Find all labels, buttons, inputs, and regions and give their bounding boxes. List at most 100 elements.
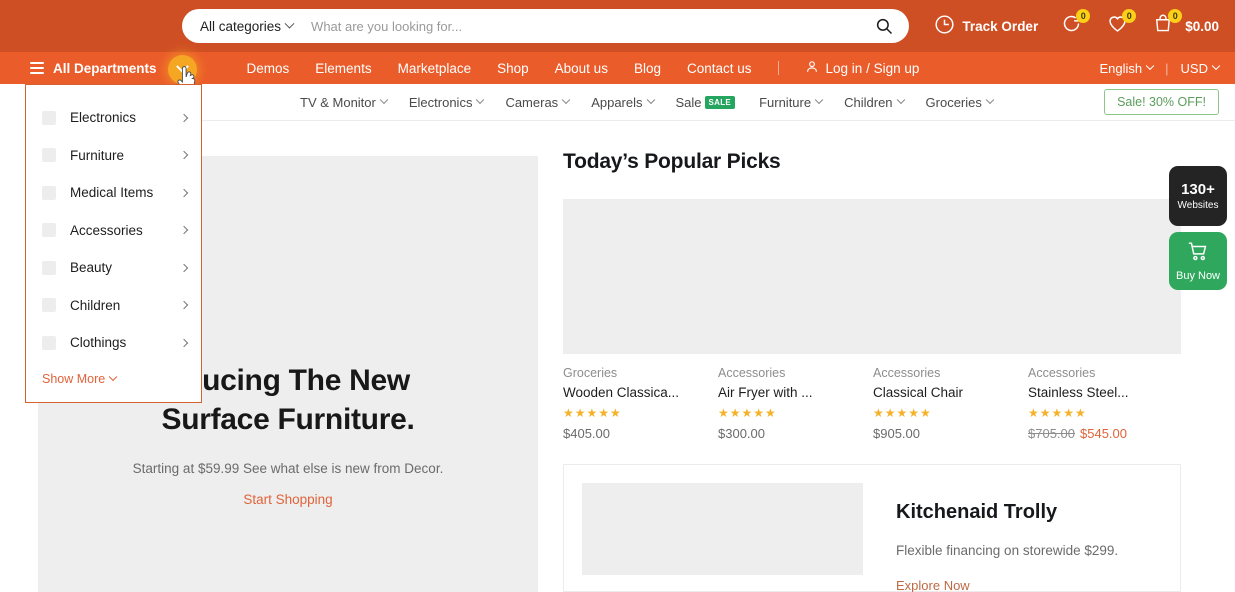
dept-item-children[interactable]: Children — [26, 287, 201, 325]
product-images-placeholder — [563, 199, 1181, 354]
chevron-right-icon — [179, 338, 189, 347]
category-icon — [42, 260, 56, 275]
chevron-down-icon — [1145, 61, 1155, 71]
product-rating-stars: ★★★★★ — [563, 406, 622, 420]
chevron-down-icon — [646, 95, 655, 105]
subnav-label: Sale — [675, 94, 702, 110]
hero-cta-link[interactable]: Start Shopping — [243, 492, 332, 507]
category-icon — [42, 110, 56, 125]
login-signup-button[interactable]: Log in / Sign up — [805, 59, 919, 77]
sale-promo-button[interactable]: Sale! 30% OFF! — [1104, 89, 1219, 115]
product-card[interactable]: Accessories Air Fryer with ... ★★★★★ $30… — [718, 366, 873, 441]
language-selector[interactable]: English — [1099, 60, 1155, 76]
nav-link-demos[interactable]: Demos — [247, 61, 290, 76]
websites-label: Websites — [1177, 200, 1219, 211]
dept-item-beauty[interactable]: Beauty — [26, 249, 201, 287]
compare-button[interactable]: 0 — [1058, 9, 1091, 39]
product-card[interactable]: Groceries Wooden Classica... ★★★★★ $405.… — [563, 366, 718, 441]
chevron-down-icon — [1211, 61, 1221, 71]
chevron-down-icon — [896, 95, 905, 105]
dept-item-electronics[interactable]: Electronics — [26, 99, 201, 137]
chevron-right-icon — [179, 151, 189, 160]
subnav-item-electronics[interactable]: Electronics — [408, 94, 485, 110]
subnav-item-cameras[interactable]: Cameras — [505, 94, 571, 110]
product-old-price: $705.00 — [1028, 426, 1075, 441]
nav-link-blog[interactable]: Blog — [634, 61, 661, 76]
subnav-item-apparels[interactable]: Apparels — [591, 94, 655, 110]
dept-label: Clothings — [70, 335, 127, 351]
product-name[interactable]: Wooden Classica... — [563, 385, 718, 400]
language-label: English — [1099, 60, 1143, 76]
product-rating-stars: ★★★★★ — [718, 406, 777, 420]
subnav-label: Apparels — [591, 94, 643, 110]
sale-tag-badge: SALE — [704, 95, 736, 109]
subnav-item-groceries[interactable]: Groceries — [926, 95, 995, 110]
chevron-right-icon — [179, 263, 189, 272]
dept-label: Children — [70, 297, 121, 313]
popular-picks-title: Today’s Popular Picks — [563, 150, 781, 173]
search-category-selector[interactable]: All categories — [200, 18, 295, 34]
promo-body: Kitchenaid Trolly Flexible financing on … — [896, 483, 1119, 592]
clock-icon — [934, 14, 955, 38]
cart-icon-wrap[interactable]: 0 — [1150, 9, 1183, 39]
track-order-button[interactable]: Track Order — [934, 14, 1038, 38]
all-departments-button[interactable]: All Departments — [30, 61, 157, 76]
promo-description: Flexible financing on storewide $299. — [896, 543, 1119, 558]
subnav-label: Cameras — [505, 94, 559, 110]
dept-item-accessories[interactable]: Accessories — [26, 212, 201, 250]
chevron-right-icon — [179, 188, 189, 197]
search-icon[interactable] — [873, 15, 895, 37]
show-more-button[interactable]: Show More — [42, 372, 201, 386]
currency-selector[interactable]: USD — [1181, 61, 1221, 76]
product-card[interactable]: Accessories Classical Chair ★★★★★ $905.0… — [873, 366, 1028, 441]
dept-item-medical-items[interactable]: Medical Items — [26, 174, 201, 212]
chevron-down-icon — [985, 95, 995, 105]
dept-label: Accessories — [70, 222, 143, 238]
dept-label: Electronics — [70, 110, 137, 126]
subnav-item-tv-monitor[interactable]: TV & Monitor — [300, 95, 389, 110]
subnav-item-children[interactable]: Children — [844, 95, 905, 110]
subnav-item-furniture[interactable]: Furniture — [759, 95, 824, 110]
dept-item-clothings[interactable]: Clothings — [26, 324, 201, 362]
subnav-item-sale[interactable]: Sale SALE — [676, 95, 738, 110]
search-bar[interactable]: All categories — [182, 9, 909, 43]
nav-link-elements[interactable]: Elements — [315, 61, 371, 76]
hamburger-icon — [30, 62, 44, 74]
search-category-label: All categories — [200, 18, 282, 34]
departments-dropdown-toggle[interactable] — [168, 55, 197, 84]
product-name[interactable]: Classical Chair — [873, 385, 1028, 400]
product-category: Accessories — [1028, 366, 1096, 380]
popular-picks-section: Today’s Popular Picks Groceries Wooden C… — [563, 150, 1183, 441]
hero-title-line1: oducing The New — [166, 364, 410, 397]
buy-now-label: Buy Now — [1175, 269, 1221, 282]
category-icon — [42, 298, 56, 313]
product-card[interactable]: Accessories Stainless Steel... ★★★★★ $70… — [1028, 366, 1183, 441]
nav-link-shop[interactable]: Shop — [497, 61, 529, 76]
nav-link-about-us[interactable]: About us — [555, 61, 608, 76]
page-root: All categories Track Order — [0, 0, 1235, 592]
show-more-label: Show More — [42, 371, 106, 386]
category-icon — [42, 185, 56, 200]
category-icon — [42, 148, 56, 163]
subnav-label: Electronics — [408, 94, 473, 110]
product-category: Groceries — [563, 366, 618, 380]
product-name[interactable]: Air Fryer with ... — [718, 385, 873, 400]
left-gutter — [0, 84, 25, 592]
nav-link-contact-us[interactable]: Contact us — [687, 61, 752, 76]
chevron-right-icon — [179, 226, 189, 235]
nav-link-marketplace[interactable]: Marketplace — [398, 61, 472, 76]
product-name[interactable]: Stainless Steel... — [1028, 385, 1183, 400]
product-rating-stars: ★★★★★ — [873, 406, 932, 420]
promo-cta-link[interactable]: Explore Now — [896, 578, 970, 592]
buy-now-button[interactable]: Buy Now — [1169, 232, 1227, 290]
product-category: Accessories — [873, 366, 941, 380]
dept-item-furniture[interactable]: Furniture — [26, 137, 201, 175]
wishlist-button[interactable]: 0 — [1104, 9, 1137, 39]
category-icon — [42, 335, 56, 350]
wishlist-count-badge: 0 — [1122, 9, 1137, 23]
chevron-down-icon — [561, 95, 571, 105]
websites-count-badge[interactable]: 130+ Websites — [1169, 166, 1227, 226]
websites-count: 130+ — [1181, 181, 1215, 198]
search-input[interactable] — [311, 18, 873, 34]
cart-button[interactable]: 0 $0.00 — [1150, 9, 1219, 39]
